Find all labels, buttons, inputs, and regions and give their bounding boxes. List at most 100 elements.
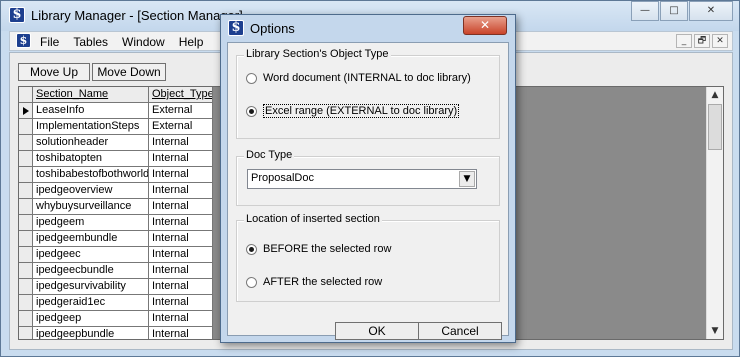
menu-file[interactable]: File xyxy=(40,35,59,49)
section-name-cell[interactable]: toshibatopten xyxy=(33,151,149,167)
object-type-cell[interactable]: Internal xyxy=(149,199,213,215)
column-header-object-type[interactable]: Object_Type xyxy=(149,87,213,103)
section-name-cell[interactable]: ipedgeec xyxy=(33,247,149,263)
row-selector[interactable] xyxy=(19,279,33,295)
table-row[interactable]: ipedgeep Internal xyxy=(19,311,213,327)
maximize-button[interactable]: □ xyxy=(660,1,688,21)
scroll-thumb[interactable] xyxy=(708,104,722,150)
section-name-cell[interactable]: ipedgeecbundle xyxy=(33,263,149,279)
table-row[interactable]: ipedgeepbundle Internal xyxy=(19,327,213,339)
table-row[interactable]: ipedgeec Internal xyxy=(19,247,213,263)
section-name-cell[interactable]: ipedgeep xyxy=(33,311,149,327)
chevron-down-icon[interactable]: ▼ xyxy=(459,171,475,187)
scroll-up-arrow-icon[interactable]: ▲ xyxy=(707,87,723,103)
row-selector[interactable] xyxy=(19,215,33,231)
excel-range-label[interactable]: Excel range (EXTERNAL to doc library) xyxy=(263,104,460,118)
section-name-cell[interactable]: ipedgesurvivability xyxy=(33,279,149,295)
object-type-cell[interactable]: Internal xyxy=(149,135,213,151)
doc-type-select[interactable]: ProposalDoc ▼ xyxy=(247,169,477,189)
word-document-label[interactable]: Word document (INTERNAL to doc library) xyxy=(263,72,471,84)
row-selector[interactable] xyxy=(19,151,33,167)
table-row[interactable]: ipedgeoverview Internal xyxy=(19,183,213,199)
object-type-cell[interactable]: Internal xyxy=(149,327,213,339)
object-type-cell[interactable]: External xyxy=(149,103,213,119)
object-type-cell[interactable]: External xyxy=(149,119,213,135)
section-name-cell[interactable]: ipedgeraid1ec xyxy=(33,295,149,311)
excel-range-radio[interactable] xyxy=(246,105,257,117)
row-selector[interactable] xyxy=(19,247,33,263)
object-type-cell[interactable]: Internal xyxy=(149,215,213,231)
table-row[interactable]: solutionheader Internal xyxy=(19,135,213,151)
row-selector[interactable] xyxy=(19,199,33,215)
row-selector[interactable] xyxy=(19,183,33,199)
table-row[interactable]: ImplementationSteps External xyxy=(19,119,213,135)
section-name-cell[interactable]: ImplementationSteps xyxy=(33,119,149,135)
object-type-cell[interactable]: Internal xyxy=(149,231,213,247)
table-row[interactable]: ipedgesurvivability Internal xyxy=(19,279,213,295)
dialog-title: Options xyxy=(250,21,295,36)
table-row[interactable]: ipedgeecbundle Internal xyxy=(19,263,213,279)
row-selector[interactable] xyxy=(19,231,33,247)
table-row[interactable]: whybuysurveillance Internal xyxy=(19,199,213,215)
location-group-label: Location of inserted section xyxy=(244,213,382,225)
close-button[interactable]: ✕ xyxy=(689,1,733,21)
minimize-button[interactable]: — xyxy=(631,1,659,21)
dialog-close-button[interactable]: ✕ xyxy=(463,16,507,35)
object-type-cell[interactable]: Internal xyxy=(149,183,213,199)
ok-button[interactable]: OK xyxy=(335,322,419,340)
row-selector[interactable] xyxy=(19,327,33,339)
table-row[interactable]: toshibabestofbothworlds Internal xyxy=(19,167,213,183)
section-name-cell[interactable]: ipedgeembundle xyxy=(33,231,149,247)
after-row-radio[interactable] xyxy=(246,276,257,288)
object-type-cell[interactable]: Internal xyxy=(149,263,213,279)
move-down-button[interactable]: Move Down xyxy=(92,63,166,81)
table-row[interactable]: LeaseInfo External xyxy=(19,103,213,119)
table-row[interactable]: ipedgeem Internal xyxy=(19,215,213,231)
row-selector[interactable] xyxy=(19,103,33,119)
scroll-down-arrow-icon[interactable]: ▼ xyxy=(707,323,723,339)
after-row-label[interactable]: AFTER the selected row xyxy=(263,276,382,288)
row-selector[interactable] xyxy=(19,295,33,311)
object-type-cell[interactable]: Internal xyxy=(149,167,213,183)
row-selector[interactable] xyxy=(19,311,33,327)
object-type-cell[interactable]: Internal xyxy=(149,311,213,327)
section-name-cell[interactable]: ipedgeepbundle xyxy=(33,327,149,339)
word-document-option[interactable]: Word document (INTERNAL to doc library) xyxy=(246,72,471,84)
object-type-cell[interactable]: Internal xyxy=(149,279,213,295)
before-row-radio[interactable] xyxy=(246,243,257,255)
row-selector[interactable] xyxy=(19,135,33,151)
row-selector[interactable] xyxy=(19,263,33,279)
move-up-button[interactable]: Move Up xyxy=(18,63,90,81)
child-window-icon[interactable]: $ xyxy=(16,33,31,48)
table-row[interactable]: toshibatopten Internal xyxy=(19,151,213,167)
child-close-button[interactable]: ✕ xyxy=(712,34,728,48)
child-minimize-button[interactable]: _ xyxy=(676,34,692,48)
section-name-cell[interactable]: LeaseInfo xyxy=(33,103,149,119)
word-document-radio[interactable] xyxy=(246,72,257,84)
menu-help[interactable]: Help xyxy=(179,35,204,49)
section-name-cell[interactable]: toshibabestofbothworlds xyxy=(33,167,149,183)
before-row-label[interactable]: BEFORE the selected row xyxy=(263,243,391,255)
menu-tables[interactable]: Tables xyxy=(73,35,108,49)
table-row[interactable]: ipedgeraid1ec Internal xyxy=(19,295,213,311)
section-name-cell[interactable]: ipedgeem xyxy=(33,215,149,231)
section-name-cell[interactable]: whybuysurveillance xyxy=(33,199,149,215)
object-type-cell[interactable]: Internal xyxy=(149,247,213,263)
before-row-option[interactable]: BEFORE the selected row xyxy=(246,243,391,255)
menu-window[interactable]: Window xyxy=(122,35,165,49)
grid-vertical-scrollbar[interactable]: ▲ ▼ xyxy=(706,87,723,339)
table-row[interactable]: ipedgeembundle Internal xyxy=(19,231,213,247)
section-name-cell[interactable]: ipedgeoverview xyxy=(33,183,149,199)
section-name-cell[interactable]: solutionheader xyxy=(33,135,149,151)
after-row-option[interactable]: AFTER the selected row xyxy=(246,276,382,288)
column-header-section-name[interactable]: Section_Name xyxy=(33,87,149,103)
cancel-button[interactable]: Cancel xyxy=(418,322,502,340)
grid-corner xyxy=(19,87,33,103)
child-restore-button[interactable]: 🗗 xyxy=(694,34,710,48)
object-type-cell[interactable]: Internal xyxy=(149,295,213,311)
excel-range-option[interactable]: Excel range (EXTERNAL to doc library) xyxy=(246,104,460,118)
row-selector[interactable] xyxy=(19,119,33,135)
row-selector[interactable] xyxy=(19,167,33,183)
object-type-cell[interactable]: Internal xyxy=(149,151,213,167)
dialog-title-bar[interactable]: $ Options ✕ xyxy=(221,15,515,41)
